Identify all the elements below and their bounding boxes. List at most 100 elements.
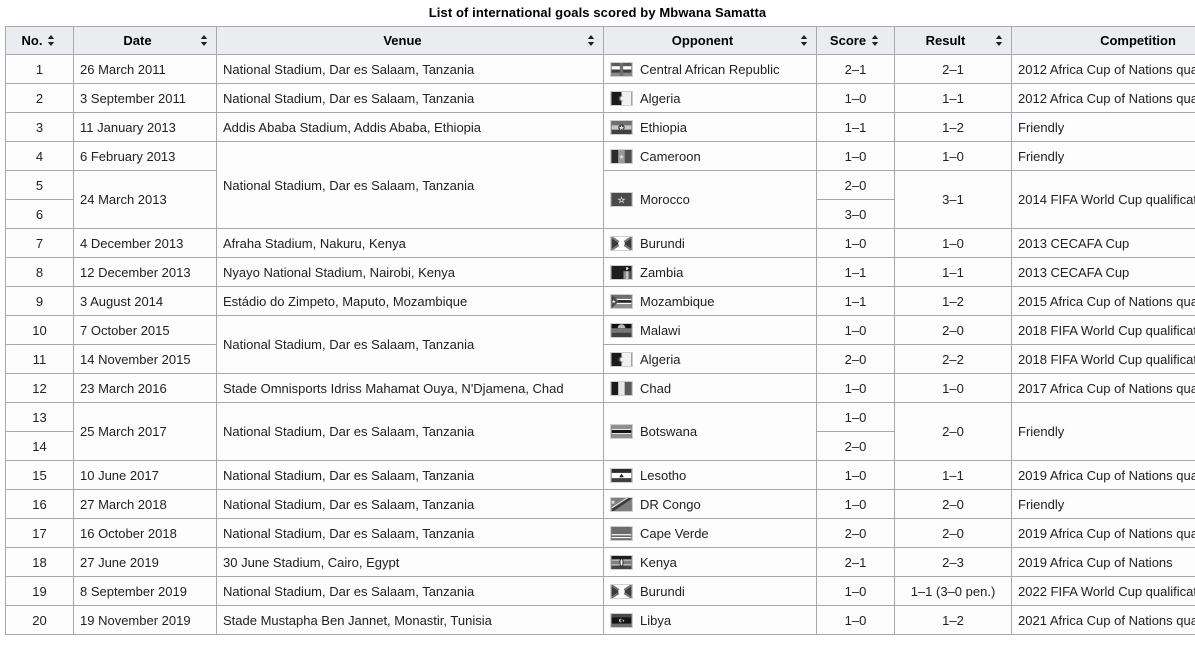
flag-chad-icon [610,380,633,396]
cell-competition: 2012 Africa Cup of Nations qualification [1011,54,1195,84]
opponent-wrapper: Mozambique [610,293,810,309]
opponent-wrapper: Libya [610,612,810,628]
cell-date: 7 October 2015 [73,315,217,345]
opponent-name: Algeria [640,351,681,367]
table-row: 46 February 2013 National Stadium, Dar es… [5,141,1195,229]
cell-opponent: DR Congo [603,489,817,519]
cell-date: 23 March 2016 [73,373,217,403]
column-header-score[interactable]: Score [816,26,895,55]
cell-date: 6 February 2013 [73,141,217,171]
table-row: 1 26 March 2011 National Stadium, Dar es S… [5,54,1195,84]
opponent-wrapper: Central African Republic [610,61,810,77]
flag-burundi-icon [610,583,633,599]
column-header-competition-label: Competition [1100,33,1176,48]
opponent-name: Chad [640,380,672,396]
cell-venue: National Stadium, Dar es Salaam, Tanzani… [216,460,604,490]
cell-score: 2–1 [816,547,895,577]
table-row: 20 19 November 2019 Stade Mustapha Ben Jan… [5,605,1195,635]
cell-goal-number: 6 [5,199,74,229]
cell-result: 2–0 [894,489,1012,519]
flag-algeria-icon [610,351,633,367]
cell-goal-number: 9 [5,286,74,316]
cell-opponent: Algeria [603,83,817,113]
cell-result: 2–1 [894,54,1012,84]
cell-goal-number: 10 [5,315,74,345]
opponent-name: Libya [640,612,672,628]
cell-score: 1–0 [816,460,895,490]
cell-venue: Afraha Stadium, Nakuru, Kenya [216,228,604,258]
sort-arrows-icon[interactable] [585,34,597,47]
cell-goal-number: 4 [5,141,74,171]
sort-arrows-icon[interactable] [45,34,57,47]
opponent-name: Botswana [640,424,698,439]
cell-competition: Friendly [1011,402,1195,461]
column-header-result[interactable]: Result [894,26,1012,55]
cell-score: 2–0 [816,431,895,461]
cell-score: 2–0 [816,344,895,374]
cell-opponent: Mozambique [603,286,817,316]
opponent-name: Morocco [640,192,690,207]
cell-competition: 2013 CECAFA Cup [1011,257,1195,287]
cell-goal-number: 15 [5,460,74,490]
column-header-opponent[interactable]: Opponent [603,26,817,55]
cell-opponent: Botswana [603,402,817,461]
opponent-wrapper: DR Congo [610,496,810,512]
cell-venue: National Stadium, Dar es Salaam, Tanzani… [216,83,604,113]
cell-score: 1–0 [816,489,895,519]
header-inner-venue: Venue [223,33,597,48]
cell-competition: 2017 Africa Cup of Nations qualification [1011,373,1195,403]
cell-competition: 2013 CECAFA Cup [1011,228,1195,258]
flag-libya-icon [610,612,633,628]
sort-arrows-icon[interactable] [198,34,210,47]
opponent-wrapper: Cape Verde [610,525,810,541]
cell-opponent: Burundi [603,576,817,606]
cell-competition: 2014 FIFA World Cup qualification [1011,170,1195,229]
table-row: 15 10 June 2017 National Stadium, Dar es S… [5,460,1195,490]
sort-arrows-icon[interactable] [993,34,1005,47]
opponent-wrapper: Botswana [610,424,810,439]
cell-opponent: Lesotho [603,460,817,490]
cell-competition: Friendly [1011,141,1195,171]
column-header-opponent-label: Opponent [671,33,734,48]
cell-goal-number: 19 [5,576,74,606]
cell-result: 1–1 [894,460,1012,490]
sort-arrows-icon[interactable] [798,34,810,47]
cell-date: 4 December 2013 [73,228,217,258]
cell-opponent: Ethiopia [603,112,817,142]
table-row: 3 11 January 2013 Addis Ababa Stadium, Add… [5,112,1195,142]
cell-result: 1–2 [894,286,1012,316]
cell-competition: 2021 Africa Cup of Nations qualification [1011,605,1195,635]
opponent-wrapper: Algeria [610,351,810,367]
cell-date: 16 October 2018 [73,518,217,548]
opponent-wrapper: Burundi [610,583,810,599]
cell-date: 25 March 2017 [73,402,217,461]
cell-date: 3 September 2011 [73,83,217,113]
cell-goal-number: 1 [5,54,74,84]
opponent-wrapper: Zambia [610,264,810,280]
table-body: 1 26 March 2011 National Stadium, Dar es S… [5,54,1195,635]
table-caption: List of international goals scored by Mb… [428,5,767,20]
cell-competition: 2018 FIFA World Cup qualification [1011,344,1195,374]
cell-opponent: Cape Verde [603,518,817,548]
opponent-name: Central African Republic [640,61,780,77]
column-header-date[interactable]: Date [73,26,217,55]
column-header-competition[interactable]: Competition [1011,26,1195,55]
cell-venue: Stade Omnisports Idriss Mahamat Ouya, N'… [216,373,604,403]
column-header-no[interactable]: No. [5,26,74,55]
flag-zambia-icon [610,264,633,280]
cell-goal-number: 12 [5,373,74,403]
flag-botswana-icon [610,424,633,439]
column-header-venue[interactable]: Venue [216,26,604,55]
cell-score: 1–0 [816,373,895,403]
header-inner-score: Score [823,33,888,48]
cell-score: 1–1 [816,257,895,287]
cell-opponent: Central African Republic [603,54,817,84]
sort-arrows-icon[interactable] [869,34,881,47]
flag-cape-verde-icon [610,525,633,541]
cell-opponent: Cameroon [603,141,817,171]
opponent-wrapper: Morocco [610,192,810,207]
opponent-name: Mozambique [640,293,715,309]
cell-competition: Friendly [1011,112,1195,142]
opponent-wrapper: Cameroon [610,148,810,164]
cell-date: 8 September 2019 [73,576,217,606]
